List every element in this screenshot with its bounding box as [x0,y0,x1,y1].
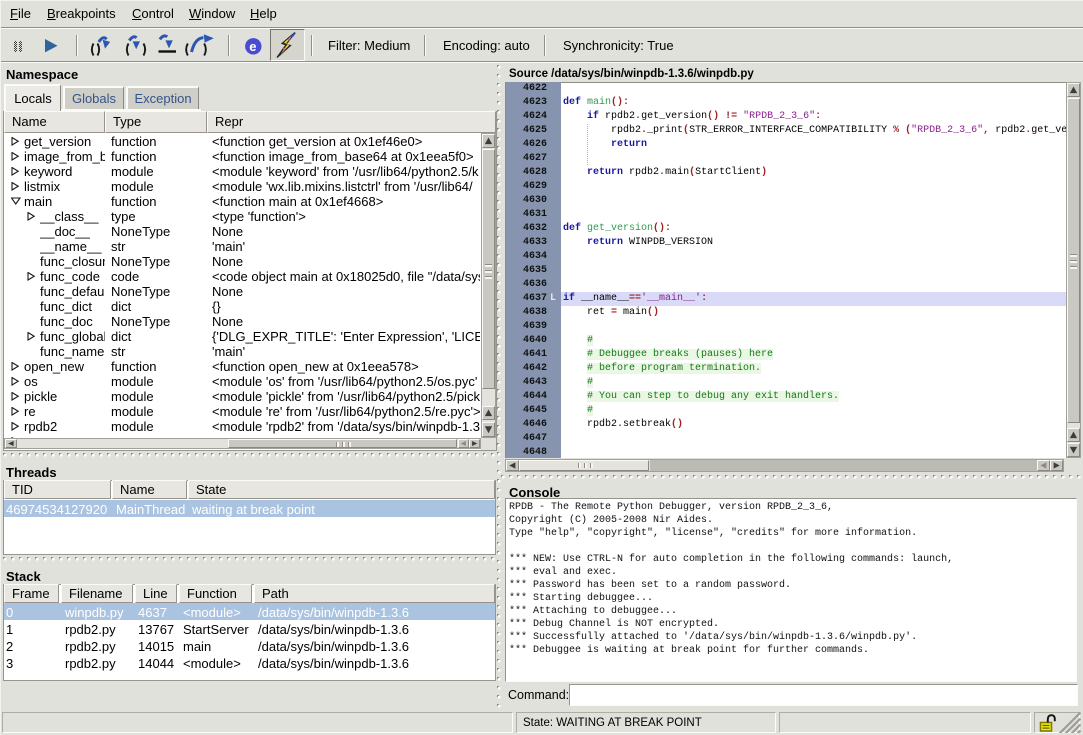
svg-text:e: e [249,39,256,54]
